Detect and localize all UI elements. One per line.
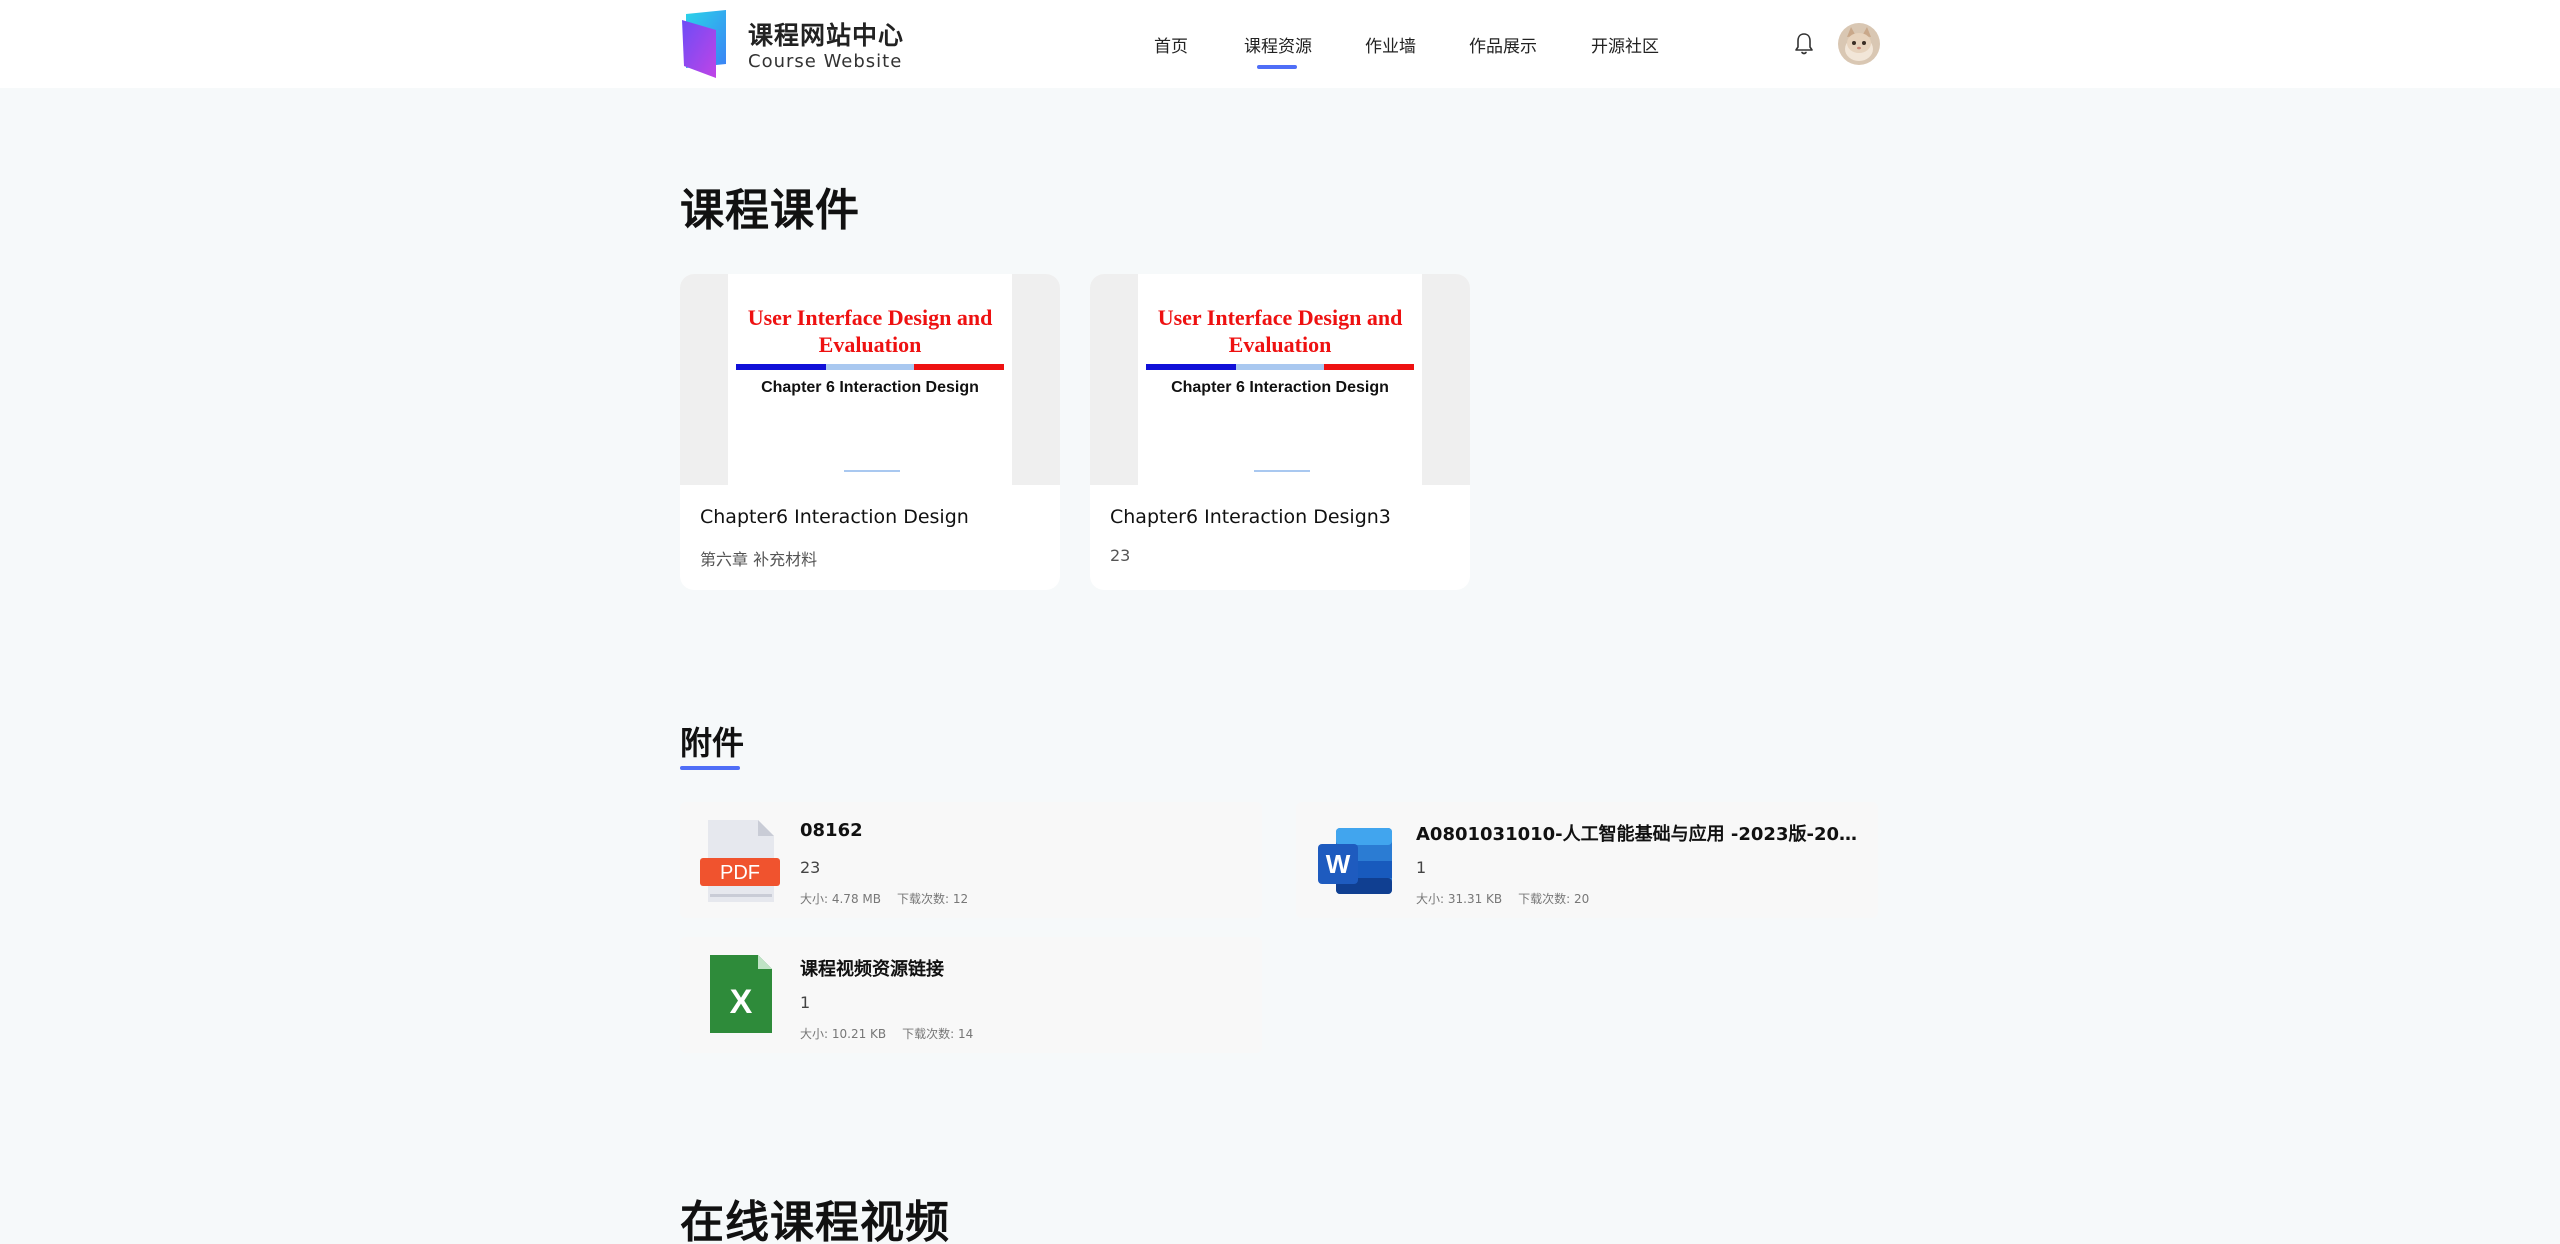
slide-chapter: Chapter 6 Interaction Design <box>761 379 979 396</box>
word-file-icon: W <box>1318 828 1392 894</box>
attachment-item[interactable]: X 课程视频资源链接 1 大小: 10.21 KB 下载次数: 14 <box>680 937 1262 1053</box>
card-name: Chapter6 Interaction Design <box>700 506 969 528</box>
logo-icon[interactable] <box>680 8 734 80</box>
nav-course-resources[interactable]: 课程资源 <box>1244 32 1312 57</box>
pdf-file-icon: PDF <box>700 820 780 902</box>
bell-icon[interactable] <box>1794 32 1814 56</box>
attachment-size: 大小: 31.31 KB <box>1416 892 1503 906</box>
attachments-section-title: 附件 <box>680 724 745 762</box>
svg-text:X: X <box>730 983 753 1021</box>
attachment-size: 大小: 4.78 MB <box>800 892 881 906</box>
courseware-section-title: 课程课件 <box>680 185 860 236</box>
brand-title: 课程网站中心 <box>748 21 905 50</box>
nav-open-source-community[interactable]: 开源社区 <box>1591 32 1659 57</box>
courseware-card[interactable]: User Interface Design and Evaluation Cha… <box>1090 274 1470 590</box>
nav-works-showcase[interactable]: 作品展示 <box>1469 32 1537 57</box>
attachment-name: 08162 <box>800 820 863 841</box>
attachment-description: 1 <box>800 993 811 1012</box>
svg-text:W: W <box>1326 849 1351 879</box>
slide-thumbnail: User Interface Design and Evaluation Cha… <box>680 274 1060 485</box>
slide-divider <box>736 364 1004 370</box>
attachment-item[interactable]: PDF 08162 23 大小: 4.78 MB 下载次数: 12 <box>680 802 1262 918</box>
brand-subtitle: Course Website <box>748 51 903 72</box>
slide-thumbnail: User Interface Design and Evaluation Cha… <box>1090 274 1470 485</box>
attachment-downloads: 下载次数: 12 <box>896 892 969 906</box>
slide-chapter: Chapter 6 Interaction Design <box>1171 379 1389 396</box>
top-header: 课程网站中心 Course Website 首页 课程资源 作业墙 作品展示 开… <box>0 0 2560 88</box>
attachment-downloads: 下载次数: 14 <box>902 1027 974 1041</box>
avatar[interactable] <box>1838 23 1880 65</box>
slide-title: User Interface Design and Evaluation <box>747 305 993 357</box>
slide-divider <box>1146 364 1414 370</box>
courseware-card[interactable]: User Interface Design and Evaluation Cha… <box>680 274 1060 590</box>
attachment-name: A0801031010-人工智能基础与应用 -2023版-2023.... <box>1416 824 1866 845</box>
svg-text:PDF: PDF <box>720 862 760 884</box>
slide-title: User Interface Design and Evaluation <box>1157 305 1403 357</box>
videos-section-title: 在线课程视频 <box>680 1197 950 1244</box>
attachment-size: 大小: 10.21 KB <box>800 1027 887 1041</box>
nav-homework-wall[interactable]: 作业墙 <box>1365 32 1416 57</box>
attachment-meta: 大小: 10.21 KB 下载次数: 14 <box>800 1025 973 1042</box>
attachment-downloads: 下载次数: 20 <box>1518 892 1590 906</box>
card-name: Chapter6 Interaction Design3 <box>1110 506 1391 528</box>
attachment-meta: 大小: 31.31 KB 下载次数: 20 <box>1416 890 1589 907</box>
active-nav-indicator <box>1257 65 1297 69</box>
attachment-meta: 大小: 4.78 MB 下载次数: 12 <box>800 890 968 907</box>
attachments-title-underline <box>680 766 740 770</box>
excel-file-icon: X <box>710 955 772 1033</box>
card-description: 第六章 补充材料 <box>700 550 818 569</box>
nav-home[interactable]: 首页 <box>1154 32 1188 57</box>
attachment-name: 课程视频资源链接 <box>800 959 944 980</box>
card-description: 23 <box>1110 546 1131 565</box>
attachment-description: 1 <box>1416 858 1427 877</box>
attachment-description: 23 <box>800 858 821 877</box>
attachment-item[interactable]: W A0801031010-人工智能基础与应用 -2023版-2023.... … <box>1296 802 1878 918</box>
